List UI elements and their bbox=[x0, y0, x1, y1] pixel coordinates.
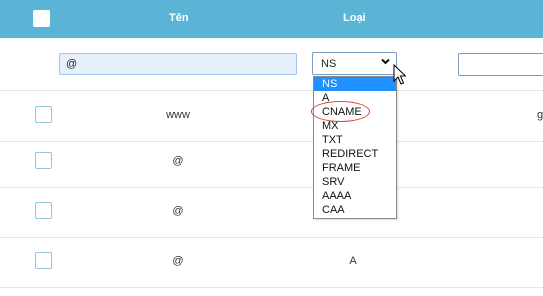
row-name: @ bbox=[172, 155, 184, 167]
type-option-srv[interactable]: SRV bbox=[314, 175, 396, 189]
type-option-aaaa[interactable]: AAAA bbox=[314, 189, 396, 203]
type-option-caa[interactable]: CAA bbox=[314, 203, 396, 217]
column-header-name: Tên bbox=[169, 12, 189, 24]
row-type: A bbox=[349, 255, 357, 267]
name-filter-input[interactable] bbox=[59, 53, 297, 75]
type-option-mx[interactable]: MX bbox=[314, 119, 396, 133]
type-option-ns[interactable]: NS bbox=[314, 77, 396, 91]
row-checkbox[interactable] bbox=[35, 202, 52, 219]
row-value: g bbox=[537, 109, 543, 121]
type-filter-select[interactable]: NS bbox=[312, 52, 397, 75]
row-checkbox[interactable] bbox=[35, 106, 52, 123]
table-row: www g bbox=[0, 91, 543, 142]
type-option-redirect[interactable]: REDIRECT bbox=[314, 147, 396, 161]
row-name: @ bbox=[172, 205, 184, 217]
type-dropdown-list[interactable]: NS A CNAME MX TXT REDIRECT FRAME SRV AAA… bbox=[313, 76, 397, 219]
type-selected-value: NS bbox=[321, 58, 337, 70]
row-checkbox[interactable] bbox=[35, 252, 52, 269]
row-name: @ bbox=[172, 255, 184, 267]
table-header: Tên Loại bbox=[0, 0, 543, 38]
type-option-frame[interactable]: FRAME bbox=[314, 161, 396, 175]
filter-row: NS bbox=[0, 38, 543, 91]
value-filter-input[interactable] bbox=[458, 53, 543, 76]
table-row: @ bbox=[0, 187, 543, 238]
table-row: @ bbox=[0, 137, 543, 188]
cname-highlight-annotation bbox=[311, 101, 370, 122]
type-option-txt[interactable]: TXT bbox=[314, 133, 396, 147]
table-row: @ A bbox=[0, 237, 543, 288]
column-header-type[interactable]: Loại bbox=[343, 12, 366, 24]
row-checkbox[interactable] bbox=[35, 152, 52, 169]
mouse-cursor-icon bbox=[393, 64, 406, 85]
row-name: www bbox=[166, 109, 190, 121]
select-all-checkbox[interactable] bbox=[33, 10, 50, 27]
chevron-down-icon bbox=[381, 58, 390, 65]
